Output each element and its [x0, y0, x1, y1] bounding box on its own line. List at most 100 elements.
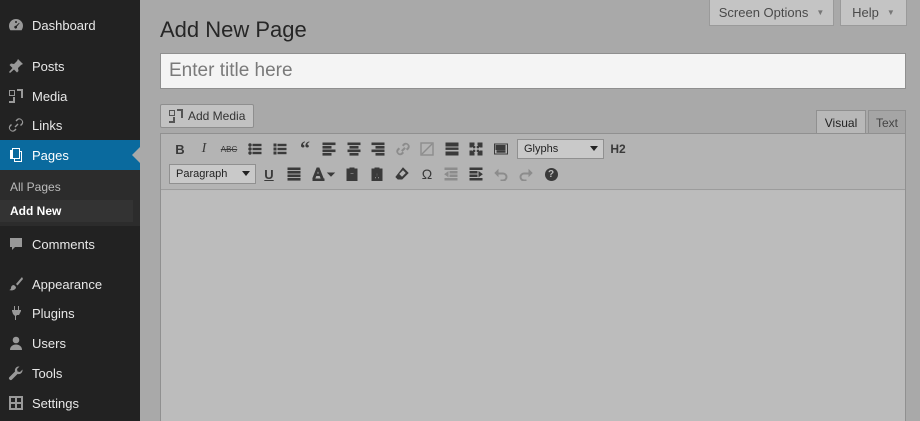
align-center-button[interactable]: [344, 139, 364, 159]
unlink-button[interactable]: [417, 139, 437, 159]
bullet-list-icon: [248, 143, 262, 155]
bullet-list-button[interactable]: [245, 139, 265, 159]
menu-label: Appearance: [32, 276, 103, 292]
menu-label: Posts: [32, 58, 65, 74]
tab-visual[interactable]: Visual: [816, 110, 866, 134]
menu-label: Pages: [32, 147, 69, 163]
menu-label: Dashboard: [32, 17, 96, 33]
content-editor: B I ABC “ Glyphs H2 Paragraph U Ω ?: [160, 133, 906, 421]
text-color-icon: [312, 167, 336, 181]
wrench-icon: [8, 365, 24, 381]
menu-tools[interactable]: Tools: [0, 358, 140, 388]
quote-icon: “: [300, 137, 310, 160]
menu-label: Tools: [32, 365, 63, 381]
read-more-button[interactable]: [442, 139, 462, 159]
undo-icon: [494, 168, 508, 181]
admin-sidebar: Dashboard Posts Media Links Pages All Pa…: [0, 0, 140, 421]
menu-label: Users: [32, 335, 66, 351]
paste-from-word-button[interactable]: [367, 164, 387, 184]
menu-pages[interactable]: Pages: [0, 140, 140, 170]
align-right-button[interactable]: [368, 139, 388, 159]
dashboard-icon: [8, 17, 24, 33]
help-glyph: ?: [547, 168, 555, 180]
caret-down-icon: ▼: [816, 8, 825, 17]
fullscreen-button[interactable]: [466, 139, 486, 159]
outdent-button[interactable]: [441, 164, 461, 184]
link-icon: [396, 142, 410, 156]
format-select-value: Paragraph: [176, 168, 228, 180]
insert-link-button[interactable]: [393, 139, 413, 159]
bold-button[interactable]: B: [170, 139, 190, 159]
bold-label: B: [175, 141, 185, 157]
plug-icon: [8, 305, 24, 321]
brush-icon: [8, 276, 24, 292]
text-color-button[interactable]: [309, 164, 339, 184]
numbered-list-button[interactable]: [270, 139, 290, 159]
menu-plugins[interactable]: Plugins: [0, 298, 140, 328]
justify-button[interactable]: [284, 164, 304, 184]
media-icon: [169, 109, 183, 123]
menu-comments[interactable]: Comments: [0, 229, 140, 259]
menu-appearance[interactable]: Appearance: [0, 269, 140, 299]
post-title-input[interactable]: [160, 53, 906, 89]
settings-icon: [8, 395, 24, 411]
menu-posts[interactable]: Posts: [0, 51, 140, 81]
menu-media[interactable]: Media: [0, 81, 140, 111]
editor-toolbar: B I ABC “ Glyphs H2 Paragraph U Ω ?: [161, 134, 905, 190]
pages-icon: [8, 147, 24, 163]
toolbar-toggle-button[interactable]: [491, 139, 511, 159]
submenu-label: All Pages: [10, 180, 61, 194]
submenu-all-pages[interactable]: All Pages: [0, 176, 133, 198]
media-icon: [8, 88, 24, 104]
blockquote-button[interactable]: “: [295, 137, 315, 160]
keyboard-shortcuts-help-button[interactable]: ?: [541, 164, 561, 184]
submenu-add-new[interactable]: Add New: [0, 200, 133, 222]
clear-formatting-button[interactable]: [392, 164, 412, 184]
glyphs-select[interactable]: Glyphs: [517, 139, 604, 159]
unlink-icon: [420, 142, 434, 156]
indent-icon: [469, 167, 483, 181]
special-character-button[interactable]: Ω: [417, 164, 437, 184]
numbered-list-icon: [273, 143, 287, 155]
paste-as-text-button[interactable]: [342, 164, 362, 184]
menu-dashboard[interactable]: Dashboard: [0, 10, 140, 40]
screen-options-button[interactable]: Screen Options ▼: [709, 0, 834, 26]
italic-label: I: [201, 141, 207, 156]
outdent-icon: [444, 167, 458, 181]
add-media-button[interactable]: Add Media: [160, 104, 254, 128]
heading-2-button[interactable]: H2: [607, 139, 629, 159]
tab-text[interactable]: Text: [868, 110, 906, 134]
help-circle-icon: ?: [544, 167, 558, 181]
menu-label: Links: [32, 117, 63, 133]
fullscreen-icon: [469, 142, 483, 156]
menu-label: Settings: [32, 395, 79, 411]
menu-links[interactable]: Links: [0, 110, 140, 140]
menu-label: Plugins: [32, 305, 75, 321]
underline-label: U: [264, 166, 274, 182]
paste-word-icon: [371, 167, 383, 181]
underline-button[interactable]: U: [259, 164, 279, 184]
omega-label: Ω: [421, 166, 433, 182]
editor-content-area[interactable]: [161, 191, 905, 421]
align-right-icon: [371, 142, 385, 156]
menu-settings[interactable]: Settings: [0, 388, 140, 418]
menu-label: Media: [32, 88, 68, 104]
undo-button[interactable]: [491, 164, 511, 184]
italic-button[interactable]: I: [194, 139, 214, 159]
read-more-icon: [445, 142, 459, 156]
user-icon: [8, 335, 24, 351]
align-left-button[interactable]: [319, 139, 339, 159]
pages-submenu: All Pages Add New: [0, 170, 140, 226]
format-select[interactable]: Paragraph: [169, 164, 256, 184]
justify-icon: [287, 167, 301, 181]
redo-button[interactable]: [516, 164, 536, 184]
keyboard-icon: [494, 143, 508, 155]
submenu-label: Add New: [10, 204, 62, 218]
help-button[interactable]: Help ▼: [840, 0, 907, 26]
indent-button[interactable]: [466, 164, 486, 184]
redo-icon: [519, 168, 533, 181]
paste-text-icon: [346, 167, 358, 181]
menu-users[interactable]: Users: [0, 328, 140, 358]
strikethrough-button[interactable]: ABC: [219, 139, 239, 159]
tab-label: Visual: [824, 115, 858, 130]
